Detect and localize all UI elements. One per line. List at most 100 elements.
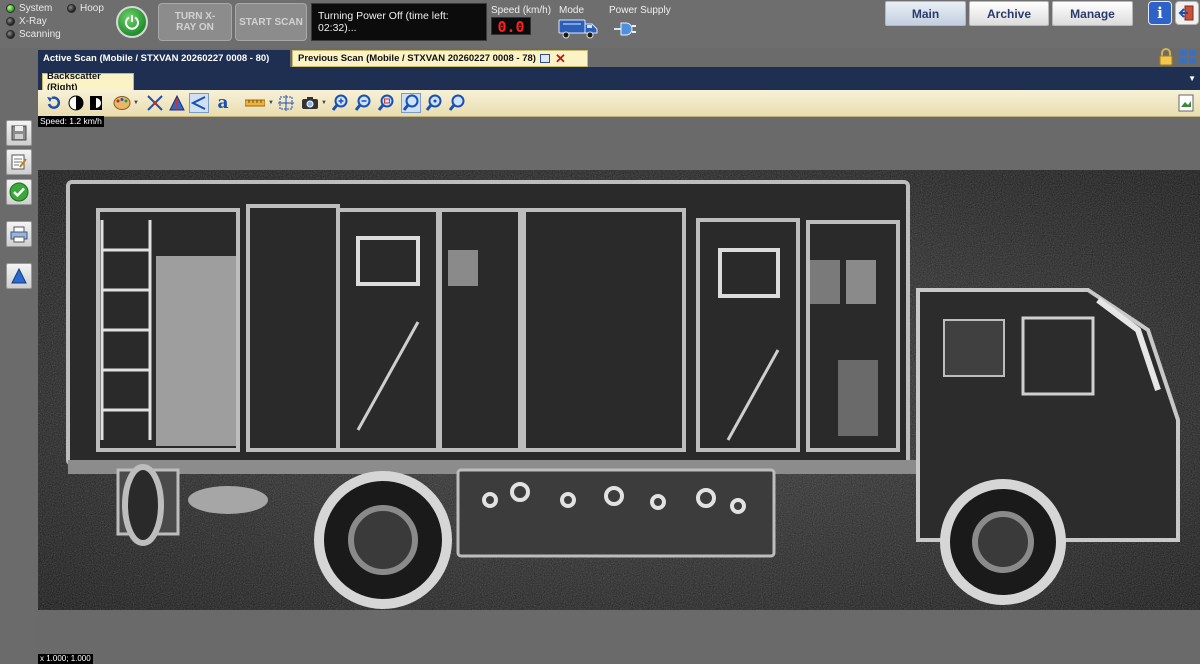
detach-tab-icon[interactable] <box>539 54 550 63</box>
speed-overlay: Speed: 1.2 km/h <box>38 116 104 127</box>
system-indicator-label: System <box>19 3 53 14</box>
contrast-icon <box>68 95 84 111</box>
zoom-in-icon <box>331 94 348 111</box>
edge-filter-button[interactable] <box>145 93 165 113</box>
start-scan-label: START SCAN <box>239 16 303 28</box>
tab-previous-scan-label: Previous Scan (Mobile / STXVAN 20260227 … <box>298 53 536 64</box>
layout-grid-icon[interactable] <box>1179 49 1197 65</box>
zoom-out-icon <box>354 94 371 111</box>
scan-panel: Backscatter (Right) ▼ ▼ a ▼ ▼ Speed: 1.2… <box>38 70 1200 664</box>
palette-button[interactable] <box>112 93 132 113</box>
tab-active-scan-label: Active Scan (Mobile / STXVAN 20260227 00… <box>43 53 270 64</box>
approve-icon <box>9 182 29 202</box>
mode-label: Mode <box>559 5 585 16</box>
info-icon: i <box>1157 4 1163 22</box>
power-button[interactable] <box>116 6 148 38</box>
palette-icon <box>113 96 131 110</box>
zoom-region-icon <box>377 94 394 111</box>
zoom-fit-button[interactable] <box>401 93 421 113</box>
mobile-van-icon <box>558 19 598 39</box>
led-icon <box>6 30 15 39</box>
undo-icon <box>47 96 61 109</box>
xray-scan-image[interactable] <box>38 170 1200 610</box>
undo-button[interactable] <box>44 93 64 113</box>
scanning-indicator: Scanning <box>6 29 61 40</box>
measure-angle-icon <box>191 96 206 110</box>
text-annotation-button[interactable]: a <box>213 93 233 113</box>
tab-backscatter-right[interactable]: Backscatter (Right) <box>42 71 134 93</box>
speed-label: Speed (km/h) <box>491 5 552 16</box>
contrast-button[interactable] <box>66 93 86 113</box>
image-properties-button[interactable] <box>1176 93 1196 113</box>
turn-xray-on-label: TURN X-RAY ON <box>174 11 216 33</box>
zoom-overlay: x 1.000; 1.000 <box>38 654 93 664</box>
nav-archive-button[interactable]: Archive <box>969 1 1049 26</box>
scan-image-graphic <box>38 170 1200 610</box>
tab-active-scan[interactable]: Active Scan (Mobile / STXVAN 20260227 00… <box>38 50 290 67</box>
camera-dropdown-icon[interactable]: ▼ <box>321 100 327 106</box>
view-menu-arrow-icon[interactable]: ▼ <box>1188 74 1196 83</box>
xray-indicator: X-Ray <box>6 16 47 27</box>
power-icon <box>125 15 139 30</box>
image-toolbar: ▼ a ▼ ▼ <box>38 90 1200 117</box>
camera-button[interactable] <box>300 93 320 113</box>
ruler-icon <box>245 99 265 107</box>
status-message: Turning Power Off (time left: 02:32)... <box>318 10 449 34</box>
ruler-button[interactable] <box>245 93 265 113</box>
zoom-out-button[interactable] <box>353 93 373 113</box>
close-tab-icon[interactable]: ✕ <box>555 52 566 65</box>
hoop-indicator: Hoop <box>67 3 104 14</box>
zoom-region-button[interactable] <box>376 93 396 113</box>
tab-previous-scan[interactable]: Previous Scan (Mobile / STXVAN 20260227 … <box>292 50 588 67</box>
led-icon <box>6 4 15 13</box>
ruler-dropdown-icon[interactable]: ▼ <box>268 100 274 106</box>
nav-main-button[interactable]: Main <box>885 1 966 26</box>
save-icon <box>11 125 27 141</box>
invert-icon <box>90 96 102 110</box>
edit-report-button[interactable] <box>6 149 32 175</box>
zoom-100-icon <box>448 94 465 111</box>
sharpen-button[interactable] <box>167 93 187 113</box>
nav-manage-button[interactable]: Manage <box>1052 1 1133 26</box>
info-button[interactable]: i <box>1148 1 1172 25</box>
print-button[interactable] <box>6 221 32 247</box>
measure-angle-button[interactable] <box>189 93 209 113</box>
logout-button[interactable] <box>1175 1 1199 25</box>
speed-readout: 0.0 <box>491 17 531 36</box>
approve-button[interactable] <box>6 179 32 205</box>
led-icon <box>6 17 15 26</box>
led-icon <box>67 4 76 13</box>
edge-filter-icon <box>147 95 163 111</box>
crosshair-button[interactable] <box>276 93 296 113</box>
lock-icon[interactable] <box>1158 48 1174 66</box>
zoom-100-button[interactable] <box>447 93 467 113</box>
nav-manage-label: Manage <box>1070 6 1115 21</box>
zoom-actual-icon <box>425 94 442 111</box>
edit-report-icon <box>11 154 27 170</box>
sharpen-icon <box>169 94 185 111</box>
power-supply-label: Power Supply <box>609 5 671 16</box>
crosshair-icon <box>278 95 294 111</box>
zoom-in-button[interactable] <box>330 93 350 113</box>
scanning-indicator-label: Scanning <box>19 29 61 40</box>
view-tab-strip: Backscatter (Right) ▼ <box>38 70 1200 93</box>
power-plug-icon <box>614 22 636 36</box>
start-scan-button[interactable]: START SCAN <box>235 3 307 41</box>
nav-archive-label: Archive <box>986 6 1032 21</box>
invert-button[interactable] <box>86 93 106 113</box>
upload-button[interactable] <box>6 263 32 289</box>
status-message-box: Turning Power Off (time left: 02:32)... <box>311 3 487 41</box>
palette-dropdown-icon[interactable]: ▼ <box>133 100 139 106</box>
turn-xray-on-button[interactable]: TURN X-RAY ON <box>158 3 232 41</box>
zoom-actual-button[interactable] <box>424 93 444 113</box>
logout-icon <box>1178 5 1194 21</box>
zoom-fit-icon <box>402 94 419 111</box>
camera-icon <box>302 97 318 109</box>
upload-icon <box>11 267 27 284</box>
top-bar: System Hoop X-Ray Scanning TURN X-RAY ON… <box>0 0 1200 48</box>
save-button[interactable] <box>6 120 32 146</box>
nav-main-label: Main <box>911 6 940 21</box>
hoop-indicator-label: Hoop <box>80 3 104 14</box>
system-indicator: System <box>6 3 52 14</box>
xray-indicator-label: X-Ray <box>19 16 47 27</box>
